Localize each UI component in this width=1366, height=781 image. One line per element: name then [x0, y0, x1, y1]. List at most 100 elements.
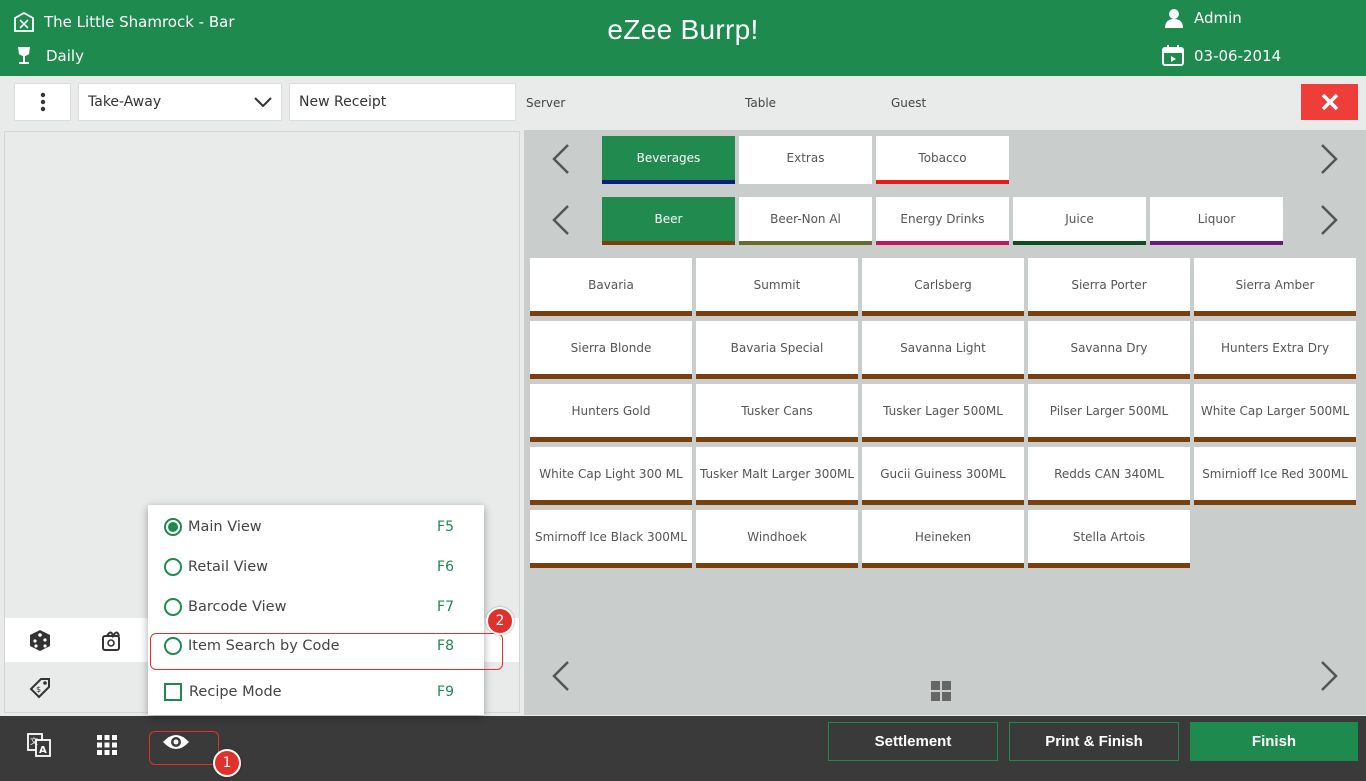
receipt-field[interactable]: New Receipt — [289, 83, 516, 121]
guest-label[interactable]: Guest — [891, 96, 926, 110]
view-option-f9[interactable]: Recipe Mode F9 — [164, 680, 464, 704]
menu-item-button[interactable]: Bavaria — [530, 258, 692, 316]
settlement-button[interactable]: Settlement — [828, 722, 998, 761]
subcategory-tab-label: Liquor — [1197, 212, 1236, 226]
menu-item-button[interactable]: Smirnioff Ice Red 300ML — [1194, 447, 1356, 505]
category-next-button[interactable] — [1314, 142, 1344, 176]
price-tag-icon[interactable]: $ — [27, 675, 53, 701]
subcategory-prev-button[interactable] — [546, 203, 576, 237]
date-row[interactable]: 03-06-2014 — [1162, 45, 1281, 66]
finish-button[interactable]: Finish — [1190, 722, 1358, 761]
radio-empty-icon[interactable] — [164, 598, 182, 616]
discount-gift-icon[interactable] — [99, 627, 125, 653]
menu-item-button[interactable]: Pilser Larger 500ML — [1028, 384, 1190, 442]
menu-item-label: Pilser Larger 500ML — [1049, 403, 1169, 418]
menu-item-color-bar — [696, 437, 858, 442]
menu-item-button[interactable]: Tusker Malt Larger 300ML — [696, 447, 858, 505]
radio-empty-icon[interactable] — [164, 558, 182, 576]
menu-item-color-bar — [1194, 311, 1356, 316]
subcategory-tab[interactable]: Beer-Non Al — [739, 197, 872, 245]
subcategory-tab[interactable]: Liquor — [1150, 197, 1283, 245]
view-option-f7[interactable]: Barcode View F7 — [164, 595, 464, 619]
menu-item-color-bar — [1028, 563, 1190, 568]
view-option-f5[interactable]: Main View F5 — [164, 515, 464, 539]
shortcut-key: F9 — [437, 684, 454, 700]
menu-item-button[interactable]: Bavaria Special — [696, 321, 858, 379]
menu-item-button[interactable]: Stella Artois — [1028, 510, 1190, 568]
menu-item-button[interactable]: Tusker Cans — [696, 384, 858, 442]
menu-item-color-bar — [530, 563, 692, 568]
menu-item-button[interactable]: Gucii Guiness 300ML — [862, 447, 1024, 505]
menu-item-button[interactable]: White Cap Larger 500ML — [1194, 384, 1356, 442]
order-toolbar: Take-Away New Receipt Server Table Guest — [0, 76, 1366, 128]
menu-item-button[interactable]: White Cap Light 300 ML — [530, 447, 692, 505]
menu-item-color-bar — [862, 500, 1024, 505]
dice-icon[interactable] — [27, 627, 53, 653]
menu-item-label: Hunters Extra Dry — [1220, 340, 1330, 355]
user-icon — [1165, 9, 1183, 28]
category-tab-label: Extras — [786, 151, 825, 165]
language-button[interactable]: A文 — [19, 727, 59, 763]
category-tab[interactable]: Beverages — [602, 136, 735, 184]
menu-item-color-bar — [696, 563, 858, 568]
category-tab[interactable]: Extras — [739, 136, 872, 184]
menu-item-button[interactable]: Summit — [696, 258, 858, 316]
chevron-right-icon — [1321, 144, 1338, 174]
items-prev-button[interactable] — [546, 659, 576, 693]
subcategory-next-button[interactable] — [1314, 203, 1344, 237]
close-button[interactable] — [1301, 84, 1358, 120]
menu-item-button[interactable]: Carlsberg — [862, 258, 1024, 316]
menu-item-button[interactable]: Sierra Blonde — [530, 321, 692, 379]
svg-text:文: 文 — [30, 736, 38, 746]
subcategory-tab-label: Juice — [1065, 212, 1094, 226]
checkbox-empty-icon[interactable] — [164, 683, 182, 701]
menu-panel: Beverages Extras Tobacco Beer Beer-Non Al En… — [524, 130, 1366, 715]
annotation-box-2 — [150, 633, 503, 670]
subcategory-color-bar — [602, 241, 735, 245]
print-finish-button[interactable]: Print & Finish — [1009, 722, 1179, 761]
subcategory-tab-label: Beer — [654, 212, 683, 226]
table-label[interactable]: Table — [745, 96, 776, 110]
menu-item-button[interactable]: Hunters Gold — [530, 384, 692, 442]
subcategory-tab[interactable]: Juice — [1013, 197, 1146, 245]
subcategory-color-bar — [739, 241, 872, 245]
menu-item-label: Sierra Porter — [1071, 277, 1147, 292]
view-option-f6[interactable]: Retail View F6 — [164, 555, 464, 579]
subcategory-tab[interactable]: Energy Drinks — [876, 197, 1009, 245]
category-tab[interactable]: Tobacco — [876, 136, 1009, 184]
menu-item-button[interactable]: Heineken — [862, 510, 1024, 568]
server-label[interactable]: Server — [526, 96, 565, 110]
items-next-button[interactable] — [1314, 659, 1344, 693]
menu-item-label: Sierra Amber — [1235, 277, 1315, 292]
menu-item-button[interactable]: Savanna Dry — [1028, 321, 1190, 379]
menu-item-button[interactable]: Tusker Lager 500ML — [862, 384, 1024, 442]
menu-item-color-bar — [530, 374, 692, 379]
apps-button[interactable] — [87, 727, 127, 763]
menu-item-color-bar — [862, 437, 1024, 442]
chevron-left-icon — [552, 144, 569, 174]
category-prev-button[interactable] — [546, 142, 576, 176]
menu-item-button[interactable]: Sierra Porter — [1028, 258, 1190, 316]
menu-item-button[interactable]: Savanna Light — [862, 321, 1024, 379]
menu-item-label: Savanna Light — [900, 340, 986, 355]
more-menu-button[interactable] — [14, 83, 71, 121]
menu-item-label: White Cap Larger 500ML — [1200, 403, 1350, 418]
menu-item-button[interactable]: Smirnoff Ice Black 300ML — [530, 510, 692, 568]
menu-item-color-bar — [530, 500, 692, 505]
order-type-select[interactable]: Take-Away — [78, 83, 282, 121]
menu-item-label: Tusker Cans — [741, 403, 813, 418]
tile-view-icon[interactable] — [931, 681, 951, 705]
menu-item-button[interactable]: Redds CAN 340ML — [1028, 447, 1190, 505]
menu-item-button[interactable]: Sierra Amber — [1194, 258, 1356, 316]
menu-item-button[interactable]: Windhoek — [696, 510, 858, 568]
menu-item-color-bar — [1028, 437, 1190, 442]
user-row[interactable]: Admin — [1164, 8, 1242, 28]
radio-selected-icon[interactable] — [164, 518, 182, 536]
annotation-badge-2: 2 — [486, 607, 514, 635]
svg-text:$: $ — [36, 685, 41, 694]
chevron-down-icon — [254, 97, 272, 107]
menu-item-button[interactable]: Hunters Extra Dry — [1194, 321, 1356, 379]
subcategory-tab[interactable]: Beer — [602, 197, 735, 245]
translate-icon: A文 — [27, 733, 51, 757]
day-mode-row[interactable]: Daily — [16, 46, 84, 66]
